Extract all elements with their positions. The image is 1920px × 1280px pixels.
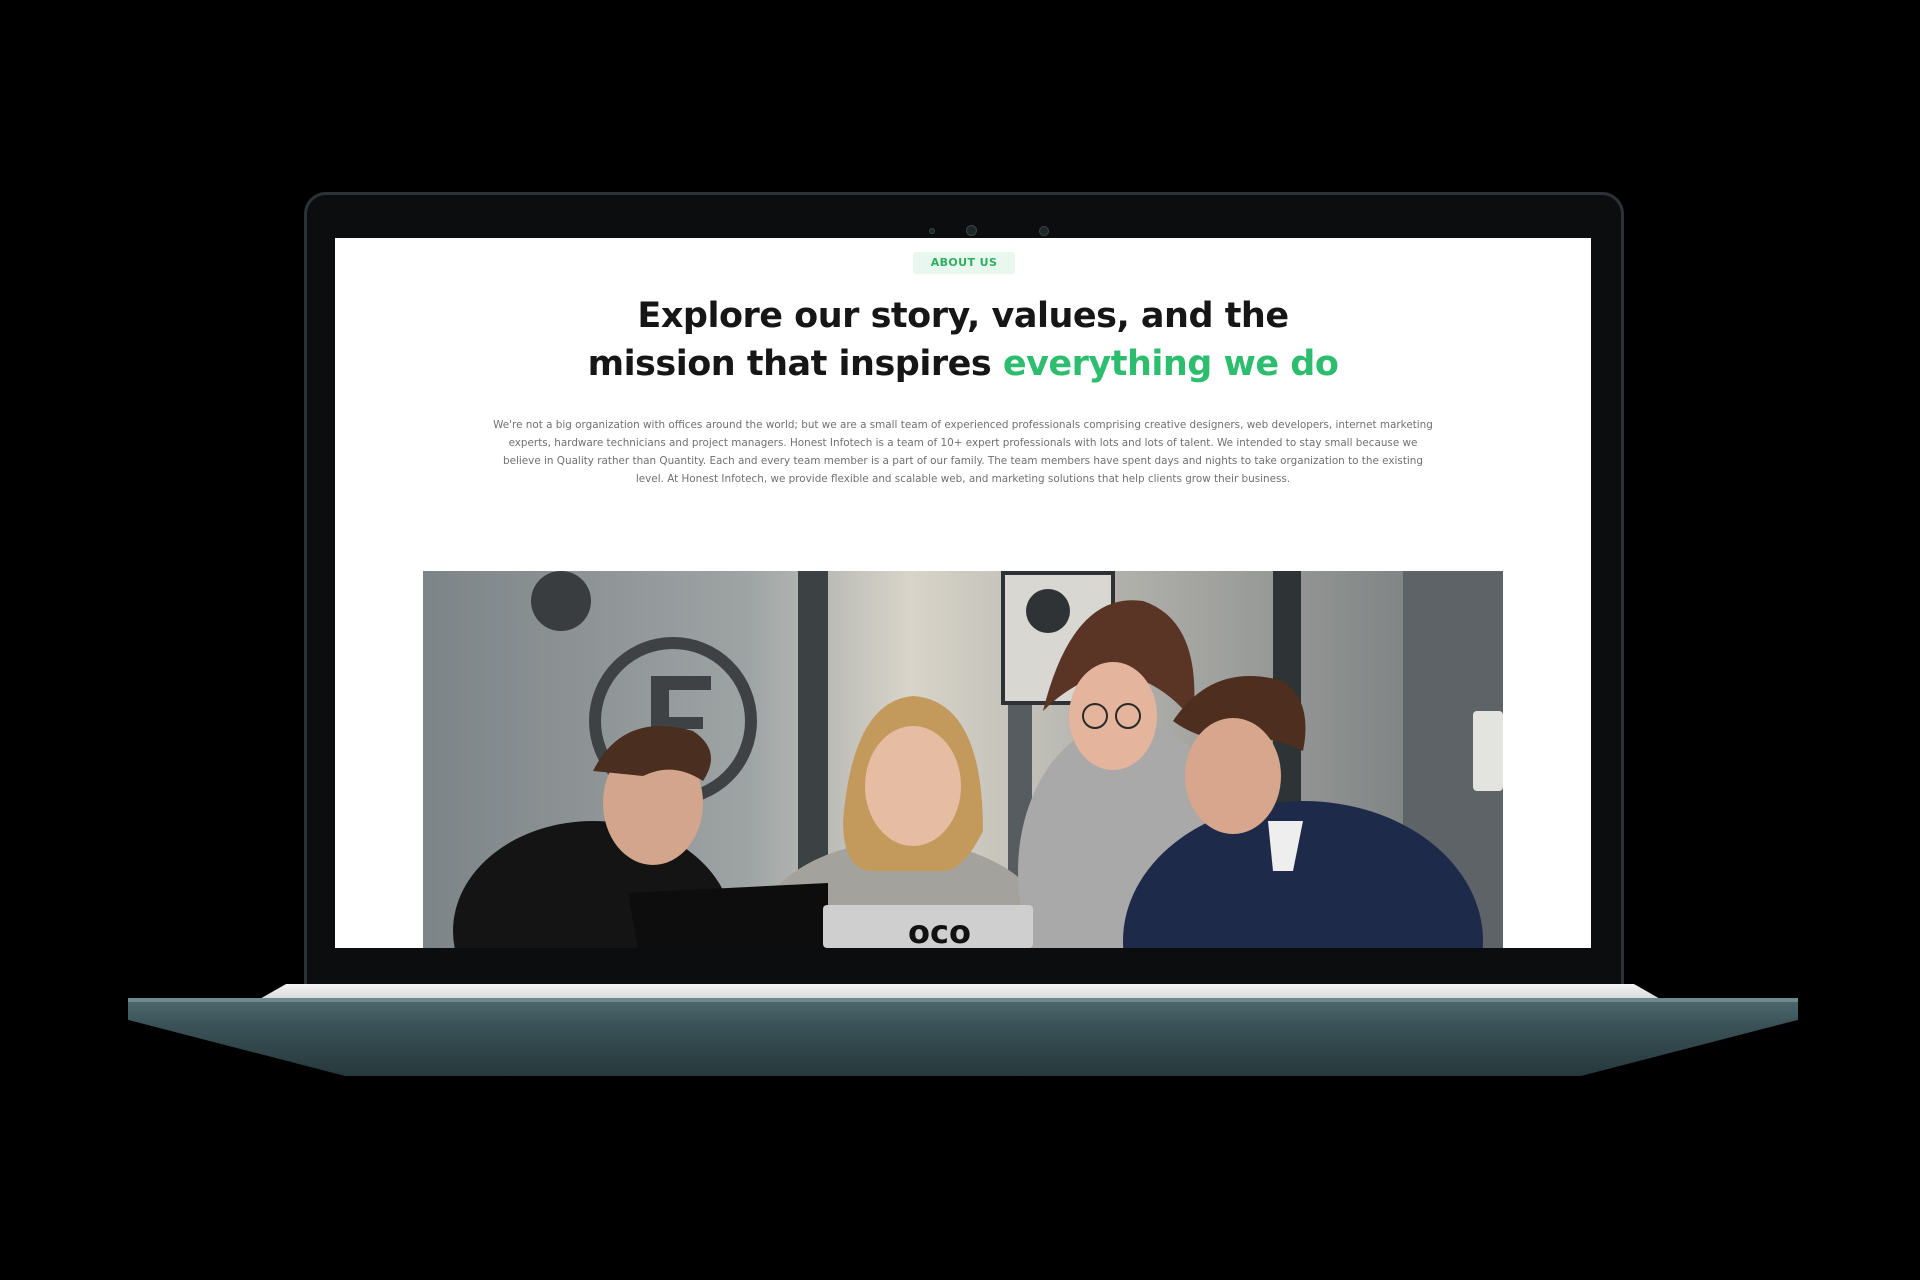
wall-circle-decor: [531, 571, 591, 631]
headline-line-2: mission that inspires everything we do: [335, 340, 1591, 388]
laptop-base-edge: [128, 998, 1798, 1002]
intro-line-2: experts, hardware technicians and projec…: [508, 437, 1418, 449]
svg-text:oco: oco: [908, 913, 971, 948]
intro-line-4: level. At Honest Infotech, we provide fl…: [635, 473, 1291, 485]
headline-accent: everything we do: [1002, 344, 1339, 384]
camera-row: [307, 225, 1621, 237]
intro-paragraph: We're not a big organization with office…: [490, 416, 1436, 488]
about-us-badge: ABOUT US: [913, 252, 1015, 274]
sensor-dot-right: [1039, 226, 1049, 236]
team-photo: oco: [423, 571, 1503, 948]
headline-line-1: Explore our story, values, and the: [637, 296, 1289, 336]
laptop-screen: ABOUT US Explore our story, values, and …: [335, 238, 1591, 948]
headline-line-2-text: mission that inspires: [587, 344, 1003, 384]
laptop-black: [628, 883, 828, 948]
intro-line-3: believe in Quality rather than Quantity.…: [503, 455, 1423, 467]
team-photo-illustration: oco: [423, 571, 1503, 948]
section-headline: Explore our story, values, and the missi…: [335, 292, 1591, 388]
mockup-stage: ABOUT US Explore our story, values, and …: [0, 0, 1920, 1280]
laptop-base: [128, 998, 1798, 1076]
sensor-dot-left: [929, 228, 935, 234]
webcam-icon: [966, 225, 977, 236]
intro-line-1: We're not a big organization with office…: [493, 419, 1433, 431]
